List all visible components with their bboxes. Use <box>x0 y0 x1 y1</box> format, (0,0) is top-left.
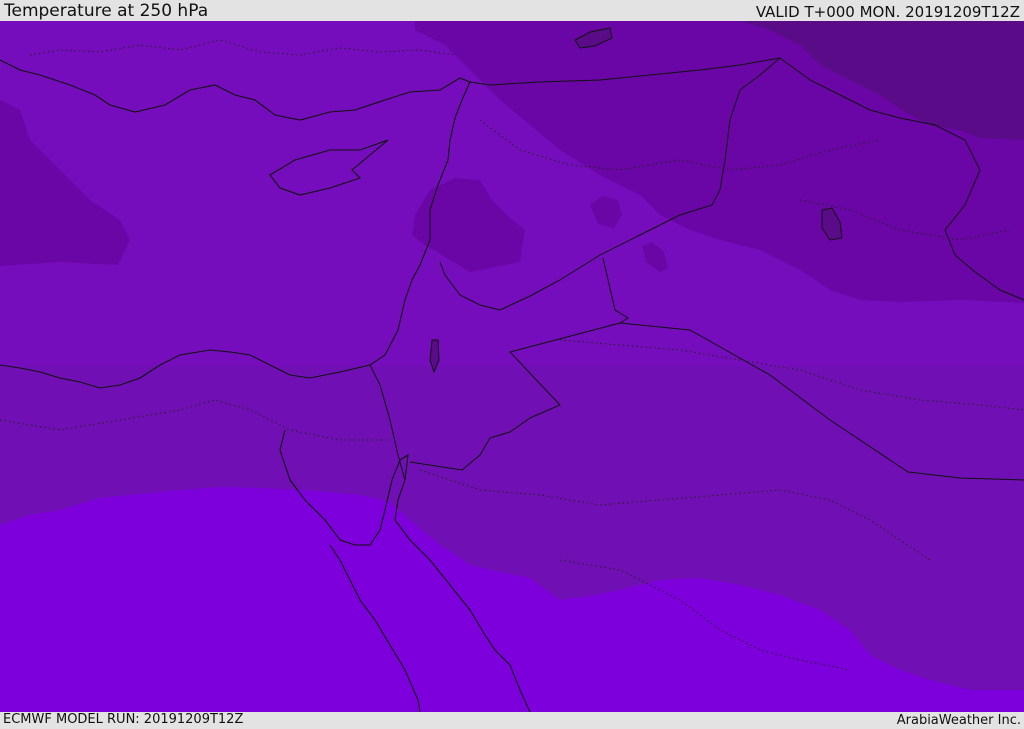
model-run: ECMWF MODEL RUN: 20191209T12Z <box>3 712 244 727</box>
footer-bar: ECMWF MODEL RUN: 20191209T12Z ArabiaWeat… <box>0 712 1024 729</box>
valid-time: VALID T+000 MON. 20191209T12Z <box>755 3 1020 21</box>
credit-label: ArabiaWeather Inc. <box>896 713 1021 728</box>
map-title: Temperature at 250 hPa <box>4 1 209 21</box>
weather-map[interactable] <box>0 21 1024 712</box>
header-bar: Temperature at 250 hPa VALID T+000 MON. … <box>0 0 1024 21</box>
map-canvas <box>0 21 1024 712</box>
